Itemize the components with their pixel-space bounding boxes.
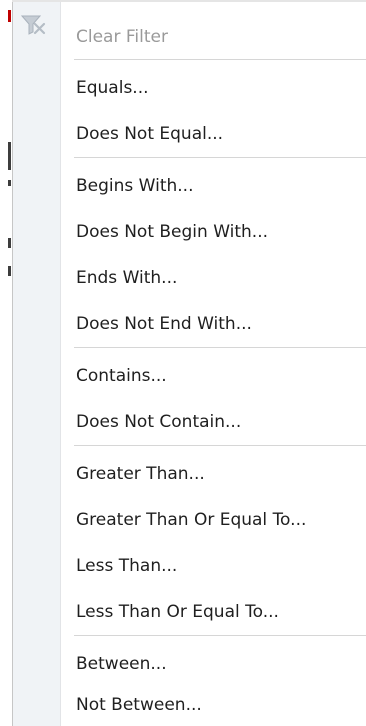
menu-separator <box>74 347 366 348</box>
menu-item-label: Equals... <box>76 78 149 98</box>
menu-item-begins-with[interactable]: Begins With... <box>61 163 366 209</box>
menu-item-does-not-contain[interactable]: Does Not Contain... <box>61 399 366 445</box>
menu-item-ends-with[interactable]: Ends With... <box>61 255 366 301</box>
menu-item-label: Ends With... <box>76 268 178 288</box>
menu-item-less-than-or-equal-to[interactable]: Less Than Or Equal To... <box>61 589 366 635</box>
edge-mark <box>8 180 11 186</box>
edge-mark <box>8 142 11 170</box>
clear-filter-label: Clear Filter <box>76 27 168 47</box>
clear-filter-item: Clear Filter <box>61 14 366 60</box>
clear-filter-icon <box>20 15 46 35</box>
menu-separator <box>74 635 366 636</box>
menu-separator <box>74 445 366 446</box>
menu-item-label: Between... <box>76 654 167 674</box>
background-app-edge <box>0 0 12 726</box>
menu-item-equals[interactable]: Equals... <box>61 65 366 111</box>
menu-separator <box>74 157 366 158</box>
menu-item-label: Greater Than... <box>76 464 205 484</box>
menu-item-label: Begins With... <box>76 176 194 196</box>
menu-item-greater-than-or-equal-to[interactable]: Greater Than Or Equal To... <box>61 497 366 543</box>
menu-item-label: Less Than... <box>76 556 178 576</box>
menu-item-label: Does Not Begin With... <box>76 222 269 242</box>
menu-item-between[interactable]: Between... <box>61 641 366 687</box>
edge-mark <box>8 10 11 22</box>
menu-separator <box>74 59 366 60</box>
filter-menu-screen: Clear Filter Equals... Does Not Equal...… <box>0 0 366 726</box>
menu-item-does-not-begin-with[interactable]: Does Not Begin With... <box>61 209 366 255</box>
menu-item-does-not-equal[interactable]: Does Not Equal... <box>61 111 366 157</box>
menu-item-less-than[interactable]: Less Than... <box>61 543 366 589</box>
menu-item-label: Does Not Contain... <box>76 412 242 432</box>
menu-icon-gutter <box>13 2 61 726</box>
menu-item-label: Does Not End With... <box>76 314 252 334</box>
menu-item-label: Not Between... <box>76 695 202 715</box>
menu-item-label: Greater Than Or Equal To... <box>76 510 307 530</box>
menu-item-label: Does Not Equal... <box>76 124 224 144</box>
menu-item-greater-than[interactable]: Greater Than... <box>61 451 366 497</box>
menu-item-contains[interactable]: Contains... <box>61 353 366 399</box>
menu-item-does-not-end-with[interactable]: Does Not End With... <box>61 301 366 347</box>
menu-item-label: Less Than Or Equal To... <box>76 602 279 622</box>
menu-item-label: Contains... <box>76 366 167 386</box>
text-filters-menu: Clear Filter Equals... Does Not Equal...… <box>12 2 366 726</box>
edge-mark <box>8 238 11 248</box>
edge-mark <box>8 266 11 276</box>
menu-item-not-between[interactable]: Not Between... <box>61 687 366 723</box>
